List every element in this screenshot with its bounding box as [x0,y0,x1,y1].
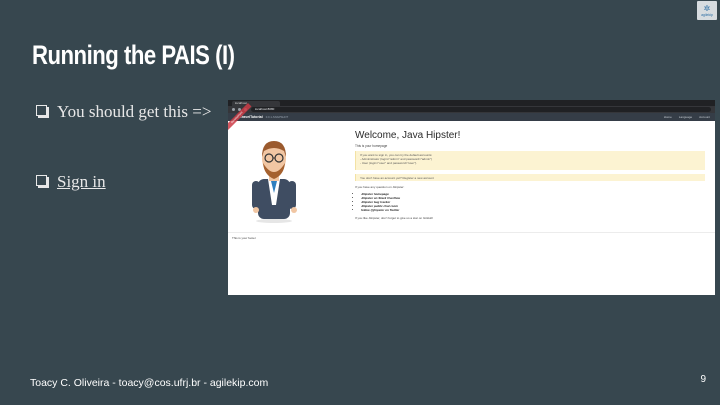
app-navbar: TravelTutorial 0.0.1-SNAPSHOT Home Langu… [228,113,715,121]
jhipster-links: JHipster homepage JHipster on Stack Over… [355,192,705,212]
hipster-illustration-icon [252,141,297,223]
slide-title: Running the PAIS (I) [32,40,235,70]
list-item: follow @jhipster on Twitter [361,208,705,212]
url-field[interactable]: localhost:8080 [251,107,711,112]
register-alert[interactable]: You don't have an account yet? Register … [355,174,705,181]
page-number: 9 [700,374,706,385]
questions-intro: If you have any question on JHipster: [355,185,405,189]
homepage-lead: This is your homepage [355,144,388,148]
app-version: 0.0.1-SNAPSHOT [265,115,289,119]
browser-screenshot: localhost localhost:8080 TravelTutorial … [228,100,715,295]
nav-language[interactable]: Language [679,115,692,119]
browser-tab[interactable]: localhost [232,101,280,106]
bullet-item-sign-in: Sign in [36,170,216,194]
welcome-title: Welcome, Java Hipster! [355,130,461,141]
back-icon[interactable] [232,108,235,111]
sign-in-link[interactable]: Sign in [57,170,106,194]
logo-text: agilekip [701,12,713,17]
main-content: Welcome, Java Hipster! This is your home… [355,130,705,220]
agilekip-logo: ✲ agilekip [697,1,717,20]
app-footer: This is your footer [232,236,256,240]
app-brand[interactable]: TravelTutorial [240,115,263,119]
checkbox-bullet-icon [36,175,47,186]
browser-address-bar: localhost:8080 [228,106,715,113]
bullet-list: You should get this => Sign in [36,100,216,194]
nav-account[interactable]: Account [699,115,710,119]
bullet-text: You should get this => [57,102,212,121]
alert-line: - User (login="user" and password="user"… [360,161,418,165]
github-note: If you like JHipster, don't forget to gi… [355,216,434,220]
nav-home[interactable]: Home [664,115,672,119]
bullet-item-get-this: You should get this => [36,100,216,124]
link-twitter[interactable]: follow @jhipster on Twitter [361,208,399,212]
logo-mark-icon: ✲ [703,3,711,13]
slide-footer: Toacy C. Oliveira - toacy@cos.ufrj.br - … [30,377,269,389]
sign-in-alert: If you want to sign in, you can try the … [355,151,705,170]
checkbox-bullet-icon [36,105,47,116]
navbar-menu: Home Language Account [664,115,710,119]
footer-divider [228,232,715,233]
